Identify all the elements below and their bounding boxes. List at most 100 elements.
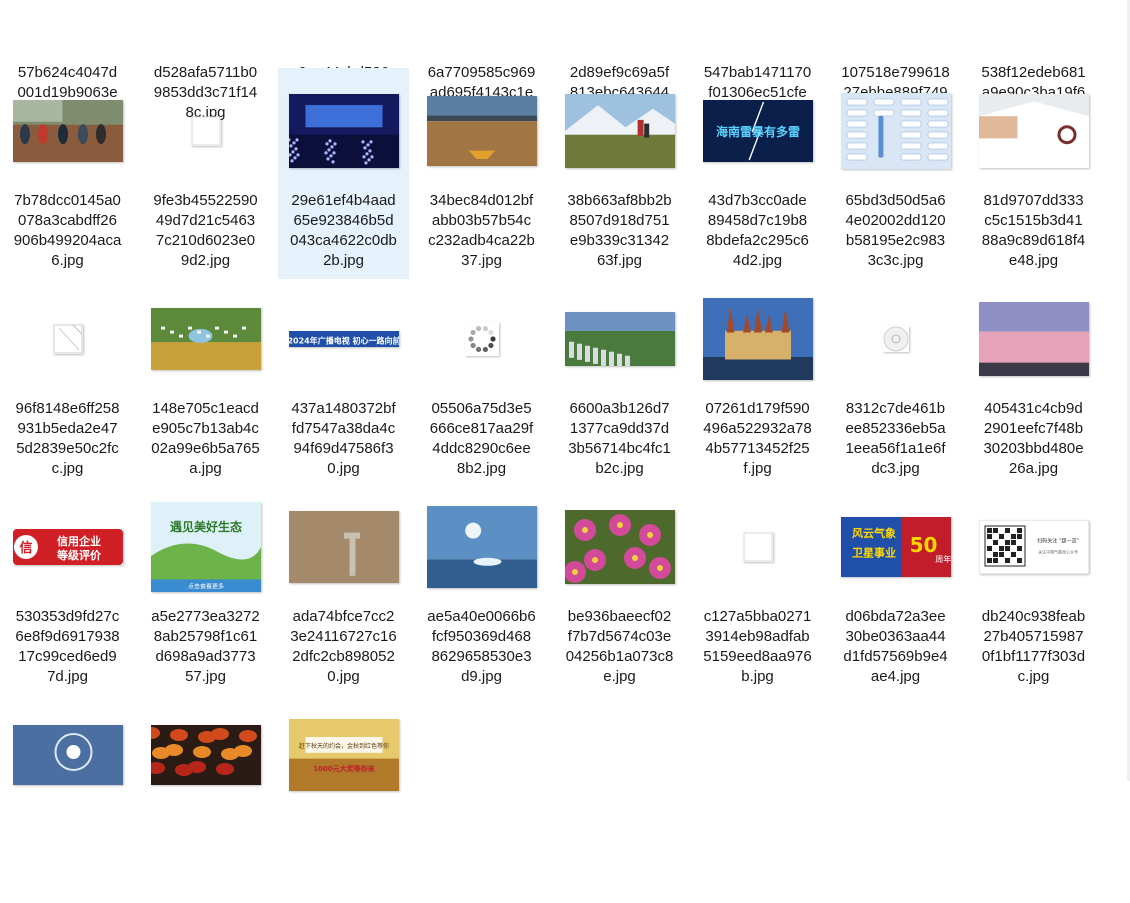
file-name-line: 5159eed8aa976 [703, 648, 812, 665]
file-name-line: 65e923846b5d [293, 212, 394, 229]
file-name-label: db240c938feab 27b405715987 0f1bf1177f303d c… [968, 607, 1099, 687]
file-name-line: 02a99e6b5a765 [151, 440, 260, 457]
file-name-line: 34bec84d012bf [429, 192, 534, 209]
file-item[interactable]: 风云气象 卫星事业 50 周年 d06bda72a3ee 30be0363aa44 d1fd… [830, 484, 961, 695]
file-item[interactable]: 赶下秋天的约会，金秋到红色等你 1000元大奖等你来 [278, 692, 409, 903]
credit-badge-thumbnail: 信 信用企业等级评价 [12, 529, 123, 565]
file-name-line: 8629658530e3 [431, 648, 532, 665]
thumbnail-frame [2, 284, 133, 394]
file-item[interactable]: 8312c7de461b ee852336eb5a 1eea56f1a1e6f dc3… [830, 276, 961, 487]
file-item[interactable]: 81d9707dd333 c5c1515b3d41 88a9c89d618f4 e48… [968, 68, 1099, 279]
file-item[interactable]: 29e61ef4b4aad 65e923846b5d 043ca4622c0db 2b… [278, 68, 409, 279]
file-name-line: c5c1515b3d41 [984, 212, 1083, 229]
file-item[interactable]: 38b663af8bb2b 8507d918d751 e9b339c31342 63f… [554, 68, 685, 279]
file-name-label: 34bec84d012bf abb03b57b54c c232adb4ca22b 37… [416, 191, 547, 271]
file-name-line: 0.jpg [327, 668, 360, 685]
file-name-line: fd7547a38da4c [291, 420, 396, 437]
file-name-label: 07261d179f590 496a522932a78 4b57713452f25 f… [692, 399, 823, 479]
file-item[interactable]: 扫码关注 “超一流” 关注中国气象局公众号 db240c938feab 27b4057… [968, 484, 1099, 695]
file-item[interactable]: 遇见美好生态 点击查看更多 a5e2773ea3272 8ab25798f1c61 d6… [140, 484, 271, 695]
file-name-label: 29e61ef4b4aad 65e923846b5d 043ca4622c0db 2b… [278, 191, 409, 271]
file-name-label: d06bda72a3ee 30be0363aa44 d1fd57569b9e4 ae4… [830, 607, 961, 687]
file-name-label: 38b663af8bb2b 8507d918d751 e9b339c31342 63f… [554, 191, 685, 271]
file-name-line: 405431c4cb9d [984, 400, 1083, 417]
doctor-stethoscope-thumbnail [978, 94, 1089, 168]
file-name-line: e905c7b13ab4c [152, 420, 259, 437]
file-item[interactable]: 34bec84d012bf abb03b57b54c c232adb4ca22b 37… [416, 68, 547, 279]
thumbnail-frame [692, 492, 823, 602]
file-name-line: 9fe3b45522590 [153, 192, 258, 209]
file-name-line: b2c.jpg [595, 460, 644, 477]
file-item[interactable]: ada74bfce7cc2 3e24116727c16 2dfc2cb898052 0… [278, 484, 409, 695]
file-name-line: 496a522932a78 [703, 420, 812, 437]
file-name-line: 7d.jpg [47, 668, 88, 685]
file-name-line: 4d2.jpg [732, 252, 783, 269]
file-name-label: 148e705c1eacd e905c7b13ab4c 02a99e6b5a765 a… [140, 399, 271, 479]
file-item[interactable]: 9fe3b45522590 49d7d21c5463 7c210d6023e0 9d2… [140, 68, 271, 279]
file-name-line: dc3.jpg [871, 460, 920, 477]
file-item[interactable] [2, 692, 133, 903]
file-item[interactable]: 海南雷暴有多雷 43d7b3cc0ade 89458d7c19b8 8bdefa2c2… [692, 68, 823, 279]
file-name-line: 94f69d47586f3 [293, 440, 394, 457]
file-name-line: 078a3cabdff26 [18, 212, 117, 229]
file-name-line: 4b57713452f25 [705, 440, 810, 457]
badge-line-2: 等级评价 [56, 548, 102, 562]
aerial-field-thumbnail [564, 312, 675, 366]
file-name-line: be936baeecf02 [567, 608, 672, 625]
poster-subtitle: 点击查看更多 [187, 582, 223, 590]
file-item[interactable]: ae5a40e0066b6 fcf950369d468 8629658530e3 d9… [416, 484, 547, 695]
file-name-line: 7b78dcc0145a0 [14, 192, 121, 209]
file-item[interactable] [140, 692, 271, 903]
file-name-line: 37.jpg [461, 252, 502, 269]
file-name-line: f.jpg [743, 460, 772, 477]
file-name-line: 07261d179f590 [705, 400, 810, 417]
pink-sky-thumbnail [978, 302, 1089, 376]
file-name-line: d06bda72a3ee [845, 608, 946, 625]
thumbnail-frame: 信 信用企业 等级评价 [2, 492, 133, 602]
file-name-line: 04256b1a073c8 [565, 648, 674, 665]
file-name-label: 65bd3d50d5a6 4e02002dd120 b58195e2c983 3c3c… [830, 191, 961, 271]
conference-stage-thumbnail [288, 94, 399, 168]
file-name-line: 906b499204aca [13, 232, 122, 249]
fields-banner-thumbnail: 赶下秋天的约会，金秋到红色等你 1000元大奖等你来 [288, 719, 399, 791]
file-item[interactable]: 2024年广播电视 初心一路向前 437a1480372bf fd7547a38da… [278, 276, 409, 487]
file-item[interactable]: c127a5bba0271 3914eb98adfab 5159eed8aa976 b… [692, 484, 823, 695]
file-name-line: 1377ca9dd37d [569, 420, 670, 437]
file-item[interactable]: be936baeecf02 f7b7d5674c03e 04256b1a073c8 e… [554, 484, 685, 695]
file-name-line: 6600a3b126d7 [569, 400, 670, 417]
file-name-line: c232adb4ca22b [428, 232, 535, 249]
poster-title: 遇见美好生态 [169, 519, 241, 534]
thumbnail-frame [968, 284, 1099, 394]
file-name-line: 2b.jpg [323, 252, 364, 269]
blank-file-folded-thumbnail [53, 324, 82, 354]
file-name-label: 405431c4cb9d 2901eefc7f48b 30203bbd480e 26a… [968, 399, 1099, 479]
weather-chart-thumbnail [840, 93, 951, 169]
poster-line-1: 风云气象 [852, 526, 896, 540]
file-name-line: ae4.jpg [870, 668, 921, 685]
qr-card-thumbnail: 扫码关注 “超一流” 关注中国气象局公众号 [978, 520, 1089, 574]
file-name-line: ada74bfce7cc2 [292, 608, 395, 625]
file-item[interactable]: 07261d179f590 496a522932a78 4b57713452f25 f… [692, 276, 823, 487]
thumbnail-frame [830, 284, 961, 394]
file-name-line: 2dfc2cb898052 [292, 648, 395, 665]
file-name-line: 30203bbd480e [983, 440, 1084, 457]
file-grid: 57b624c4047d001d19b9063ed61.jpgd528afa57… [0, 0, 1130, 791]
file-name-label: 96f8148e6ff258 931b5eda2e47 5d2839e50c2fc c… [2, 399, 133, 479]
hazy-tower-thumbnail [288, 511, 399, 583]
file-item[interactable]: 7b78dcc0145a0 078a3cabdff26 906b499204aca 6… [2, 68, 133, 279]
file-item[interactable]: 405431c4cb9d 2901eefc7f48b 30203bbd480e 26a… [968, 276, 1099, 487]
file-item[interactable]: 65bd3d50d5a6 4e02002dd120 b58195e2c983 3c3c… [830, 68, 961, 279]
file-name-label: c127a5bba0271 3914eb98adfab 5159eed8aa976 b… [692, 607, 823, 687]
banner-subtitle: 1000元大奖等你来 [313, 764, 375, 773]
file-name-line: 4ddc8290c6ee [432, 440, 531, 457]
file-item[interactable]: 148e705c1eacd e905c7b13ab4c 02a99e6b5a765 a… [140, 276, 271, 487]
card-subtitle: 关注中国气象局公众号 [1038, 548, 1078, 554]
file-item[interactable]: 05506a75d3e5 666ce817aa29f 4ddc8290c6ee 8b2… [416, 276, 547, 487]
blank-file-thumbnail [743, 532, 772, 562]
thumbnail-frame [692, 284, 823, 394]
file-name-line: e.jpg [603, 668, 636, 685]
file-item[interactable]: 6600a3b126d7 1377ca9dd37d 3b56714bc4fc1 b2c… [554, 276, 685, 487]
file-item[interactable]: 信 信用企业 等级评价 530353d9fd27c 6e8f9d6917938 17c99… [2, 484, 133, 695]
file-name-label: 437a1480372bf fd7547a38da4c 94f69d47586f3 0… [278, 399, 409, 479]
file-item[interactable]: 96f8148e6ff258 931b5eda2e47 5d2839e50c2fc c… [2, 276, 133, 487]
